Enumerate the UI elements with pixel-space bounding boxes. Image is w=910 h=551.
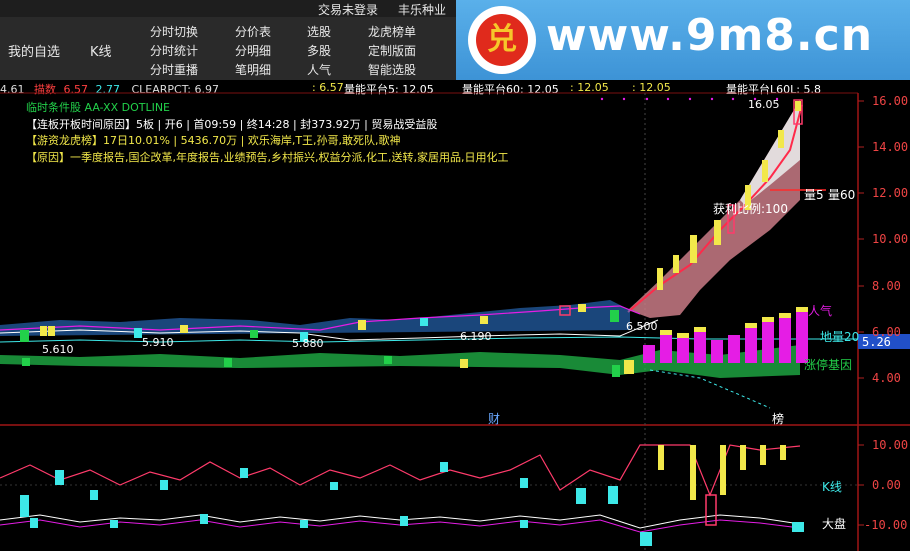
price-5910: 5.910 — [142, 336, 174, 349]
sub-axis-label: -10.00 — [864, 518, 908, 532]
sub-axis-label: 0.00 — [872, 478, 901, 492]
axis-label: 14.00 — [872, 140, 909, 154]
earth20-label: 地量20 — [820, 330, 860, 344]
axis-ticks — [858, 100, 864, 526]
price-6500: 6.500 — [626, 320, 658, 333]
sub-axis-label: 10.00 — [872, 438, 909, 452]
axis-label: 6.00 — [872, 325, 901, 339]
sub-kline-label: K线 — [822, 480, 842, 494]
axis-label: 8.00 — [872, 279, 901, 293]
profit-ratio-label: 获利比例:100 — [713, 202, 788, 216]
dragon-list-marker[interactable]: 榜 — [772, 410, 784, 427]
axis-label: 12.00 — [872, 186, 909, 200]
sub-kline-line — [0, 444, 801, 497]
price-5610: 5.610 — [42, 343, 74, 356]
sub-candles — [20, 445, 804, 546]
axis-label: 4.00 — [872, 371, 901, 385]
axis-label: 16.00 — [872, 94, 909, 108]
limitup-gene-label: 涨停基因 — [804, 358, 853, 372]
vol60-label: 量60 — [828, 188, 856, 202]
popularity-label: 人气 — [808, 304, 833, 318]
market-index-label: 大盘 — [822, 517, 847, 531]
price-5880: 5.880 — [292, 337, 324, 350]
finance-marker[interactable]: 财 — [488, 410, 500, 427]
axis-label: 10.00 — [872, 232, 909, 246]
kline-chart[interactable] — [0, 0, 910, 551]
vol5-label: 量5 — [804, 188, 824, 202]
price-6190: 6.190 — [460, 330, 492, 343]
high-price-label: 16.05 — [748, 98, 780, 111]
